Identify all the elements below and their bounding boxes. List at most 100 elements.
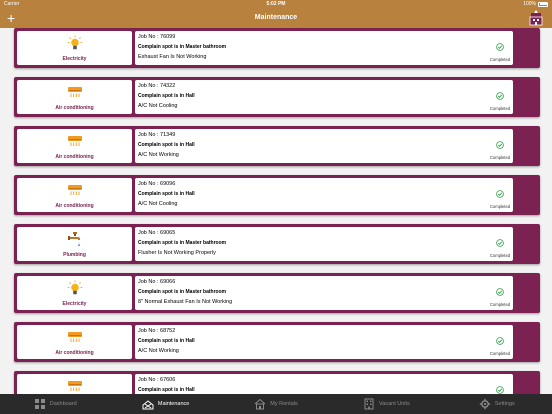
- complain-spot: Complain spot is in Hall: [138, 142, 195, 148]
- job-category-box: Air conditioning: [17, 178, 132, 212]
- check-icon: [496, 43, 504, 51]
- faucet-icon: [67, 231, 83, 247]
- status-badge: Completed: [487, 185, 513, 209]
- job-category-box: Plumbing: [17, 227, 132, 261]
- job-card[interactable]: Air conditioning Job No : 69096 Complain s…: [14, 175, 540, 215]
- check-icon: [496, 239, 504, 247]
- complain-spot: Complain spot is in Hall: [138, 93, 195, 99]
- dashboard-icon: [34, 398, 46, 410]
- job-category-box: Electricity: [17, 276, 132, 310]
- tab-maintenance[interactable]: Maintenance: [110, 394, 220, 414]
- check-icon: [496, 288, 504, 296]
- job-card[interactable]: Electricity Job No : 69066 Complain spot i…: [14, 273, 540, 313]
- complain-spot: Complain spot is in Hall: [138, 191, 195, 197]
- status-label: Completed: [489, 57, 511, 62]
- maintenance-icon: [142, 398, 154, 410]
- ac-icon: [67, 329, 83, 345]
- ac-icon: [67, 378, 83, 394]
- job-issue: A/C Not Cooling: [138, 201, 178, 207]
- tab-label: My Rentals: [270, 401, 298, 407]
- job-number: Job No : 69096: [138, 181, 176, 187]
- status-label: Completed: [489, 253, 511, 258]
- tab-vacant-units[interactable]: Vacant Units: [331, 394, 441, 414]
- job-number: Job No : 69066: [138, 279, 176, 285]
- complain-spot: Complain spot is in Master bathroom: [138, 289, 227, 295]
- status-badge: Completed: [487, 332, 513, 356]
- job-info-box: Job No : 69065 Complain spot is in Master…: [135, 227, 513, 261]
- gear-icon: [479, 398, 491, 410]
- job-number: Job No : 67606: [138, 377, 176, 383]
- job-info-box: Job No : 74322 Complain spot is in Hall A/…: [135, 80, 513, 114]
- job-card[interactable]: Air conditioning Job No : 74322 Complain s…: [14, 77, 540, 117]
- tab-label: Maintenance: [157, 401, 190, 407]
- check-icon: [496, 386, 504, 394]
- job-number: Job No : 69065: [138, 230, 176, 236]
- status-label: Completed: [489, 204, 511, 209]
- check-icon: [496, 190, 504, 198]
- status-label: Completed: [489, 302, 511, 307]
- job-card[interactable]: Air conditioning Job No : 67606 Complain s…: [14, 371, 540, 394]
- check-icon: [496, 92, 504, 100]
- status-label: Completed: [489, 155, 511, 160]
- job-number: Job No : 74322: [138, 83, 176, 89]
- tab-label: Settings: [494, 401, 515, 407]
- ac-icon: [67, 133, 83, 149]
- job-category-label: Air conditioning: [55, 154, 94, 160]
- job-card[interactable]: Air conditioning Job No : 71349 Complain s…: [14, 126, 540, 166]
- job-info-box: Job No : 68752 Complain spot is in Hall A/…: [135, 325, 513, 359]
- job-info-box: Job No : 69096 Complain spot is in Hall A/…: [135, 178, 513, 212]
- status-badge: Completed: [487, 136, 513, 160]
- job-category-box: Air conditioning: [17, 374, 132, 394]
- job-card[interactable]: Air conditioning Job No : 68752 Complain s…: [14, 322, 540, 362]
- ac-icon: [67, 84, 83, 100]
- bulb-icon: [67, 280, 83, 296]
- check-icon: [496, 337, 504, 345]
- job-category-label: Plumbing: [63, 252, 86, 258]
- job-issue: A/C Not Working: [138, 348, 179, 354]
- job-info-box: Job No : 69066 Complain spot is in Master…: [135, 276, 513, 310]
- job-issue: Flusher Is Not Working Properly: [138, 250, 216, 256]
- job-card[interactable]: Plumbing Job No : 69065 Complain spot is i…: [14, 224, 540, 264]
- tab-label: Vacant Units: [379, 401, 410, 407]
- status-label: Completed: [489, 351, 511, 356]
- clock: 5:02 PM: [266, 1, 286, 7]
- check-icon: [496, 141, 504, 149]
- job-category-label: Air conditioning: [55, 105, 94, 111]
- job-category-label: Air conditioning: [55, 203, 94, 209]
- job-issue: Exhaust Fan Is Not Working: [138, 54, 207, 60]
- job-info-box: Job No : 71349 Complain spot is in Hall A/…: [135, 129, 513, 163]
- tab-label: Dashboard: [49, 401, 77, 407]
- complain-spot: Complain spot is in Master bathroom: [138, 44, 227, 50]
- job-issue: A/C Not Working: [138, 152, 179, 158]
- job-number: Job No : 68752: [138, 328, 176, 334]
- bulb-icon: [67, 35, 83, 51]
- building-icon: [363, 398, 375, 410]
- job-card[interactable]: Electricity Job No : 76099 Complain spot i…: [14, 28, 540, 68]
- logo-icon[interactable]: [528, 9, 544, 27]
- job-number: Job No : 76099: [138, 34, 176, 40]
- status-badge: Completed: [487, 38, 513, 62]
- ac-icon: [67, 182, 83, 198]
- job-list[interactable]: Electricity Job No : 76099 Complain spot i…: [0, 28, 552, 394]
- job-category-box: Air conditioning: [17, 80, 132, 114]
- status-badge: Completed: [487, 234, 513, 258]
- page-title: Maintenance: [254, 14, 298, 21]
- tab-bar: Dashboard Maintenance My Rentals Vacant Uni…: [0, 394, 552, 414]
- job-issue: 8" Normal Exhaust Fan Is Not Working: [138, 299, 233, 305]
- job-info-box: Job No : 67606 Complain spot is in Hall Co…: [135, 374, 513, 394]
- house-icon: [254, 398, 266, 410]
- status-badge: Completed: [487, 381, 513, 394]
- nav-bar: + Maintenance: [0, 8, 552, 28]
- job-category-box: Air conditioning: [17, 325, 132, 359]
- tab-my-rentals[interactable]: My Rentals: [221, 394, 331, 414]
- battery-indicator: 100%: [523, 0, 548, 8]
- status-badge: Completed: [487, 283, 513, 307]
- job-category-label: Air conditioning: [55, 350, 94, 356]
- status-label: Completed: [489, 106, 511, 111]
- tab-dashboard[interactable]: Dashboard: [0, 394, 110, 414]
- job-issue: A/C Not Cooling: [138, 103, 178, 109]
- complain-spot: Complain spot is in Hall: [138, 338, 195, 344]
- status-badge: Completed: [487, 87, 513, 111]
- complain-spot: Complain spot is in Master bathroom: [138, 240, 227, 246]
- tab-settings[interactable]: Settings: [442, 394, 552, 414]
